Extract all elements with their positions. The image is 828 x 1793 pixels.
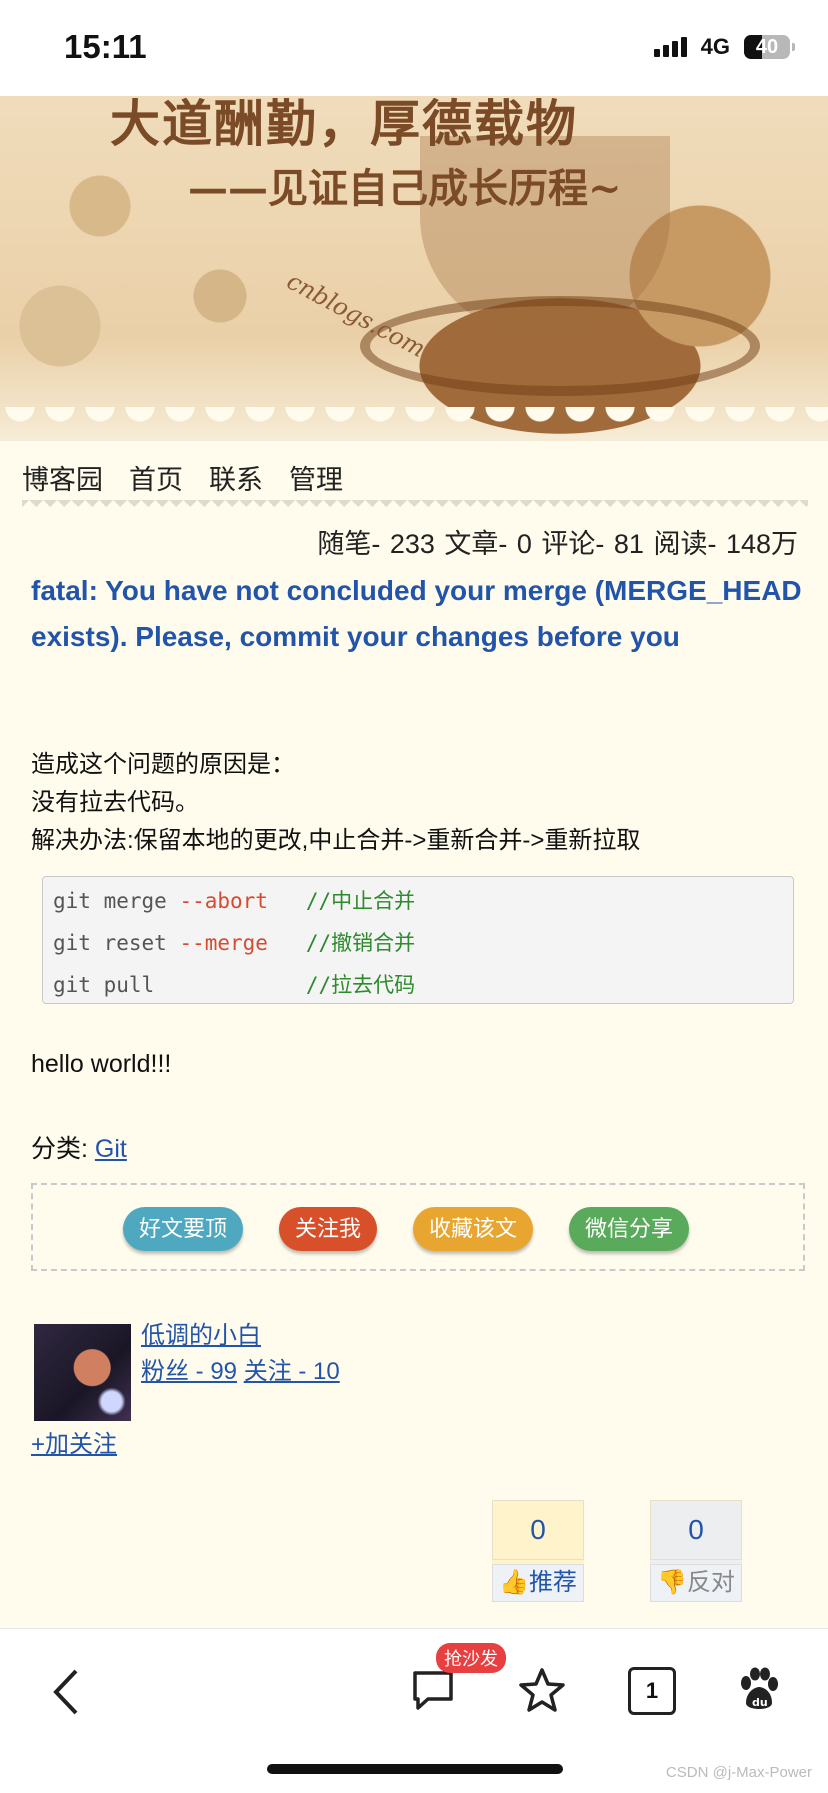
category-link[interactable]: Git	[95, 1135, 127, 1163]
following-link[interactable]: 关注 - 10	[244, 1358, 340, 1385]
banner-subtitle: ——见证自己成长历程~	[188, 165, 622, 212]
post-paragraph: 造成这个问题的原因是：	[31, 751, 295, 778]
code-line: git merge --abort //中止合并	[53, 889, 416, 913]
svg-text:du: du	[752, 1696, 768, 1709]
bury-count: 0	[650, 1500, 742, 1560]
post-paragraph: 没有拉去代码。	[31, 789, 199, 816]
back-icon[interactable]	[50, 1667, 84, 1722]
status-time: 15:11	[64, 28, 147, 65]
share-buttons: 好文要顶 关注我 收藏该文 微信分享	[31, 1183, 805, 1271]
nav-item-home[interactable]: 首页	[129, 458, 183, 497]
nav-item-contact[interactable]: 联系	[209, 458, 263, 497]
comment-icon[interactable]	[410, 1667, 456, 1718]
post-category: 分类: Git	[31, 1129, 127, 1165]
battery-icon: 40	[744, 35, 795, 59]
post-title[interactable]: fatal: You have not concluded your merge…	[31, 568, 807, 660]
watermark: CSDN @j-Max-Power	[665, 1764, 812, 1781]
code-line: git pull //拉去代码	[53, 973, 416, 997]
bury-vote[interactable]: 0 👎反对	[650, 1500, 742, 1602]
digg-vote[interactable]: 0 👍推荐	[492, 1500, 584, 1602]
divider	[22, 500, 808, 518]
wechat-share-button[interactable]: 微信分享	[569, 1207, 690, 1251]
comment-badge: 抢沙发	[436, 1643, 506, 1673]
nav-item-cnblogs[interactable]: 博客园	[22, 458, 103, 497]
blog-header-banner: 大道酬勤，厚德载物 ——见证自己成长历程~ cnblogs.com	[0, 96, 828, 441]
battery-percent: 40	[755, 36, 779, 58]
post-paragraph: 解决办法:保留本地的更改,中止合并->重新合并->重新拉取	[31, 827, 641, 854]
digg-article-button[interactable]: 好文要顶	[123, 1207, 244, 1251]
blog-stats: 随笔- 233 文章- 0 评论- 81 阅读- 148万	[317, 529, 798, 559]
signal-icon	[653, 37, 687, 57]
blog-nav: 博客园 首页 联系 管理	[22, 458, 343, 497]
thumbs-down-icon: 👎	[657, 1569, 687, 1596]
nav-item-admin[interactable]: 管理	[289, 458, 343, 497]
code-line: git reset --merge //撤销合并	[53, 931, 416, 955]
post-paragraph: hello world!!!	[31, 1050, 172, 1078]
add-follow-link[interactable]: +加关注	[31, 1431, 117, 1458]
status-bar: 15:11 4G 40	[0, 0, 828, 96]
home-indicator	[267, 1764, 563, 1774]
banner-motto: 大道酬勤，厚德载物	[110, 96, 578, 153]
bury-button[interactable]: 👎反对	[650, 1564, 742, 1602]
network-type: 4G	[700, 34, 730, 59]
digg-count: 0	[492, 1500, 584, 1560]
thumbs-up-icon: 👍	[499, 1569, 529, 1596]
digg-button[interactable]: 👍推荐	[492, 1564, 584, 1602]
follow-me-button[interactable]: 关注我	[279, 1207, 378, 1251]
author-info: 低调的小白 粉丝 - 99 关注 - 10	[141, 1318, 340, 1390]
code-block: git merge --abort //中止合并 git reset --mer…	[42, 876, 794, 1004]
star-icon[interactable]	[518, 1667, 566, 1718]
status-indicators: 4G 40	[653, 34, 795, 60]
category-label: 分类:	[31, 1135, 95, 1163]
bookmark-button[interactable]: 收藏该文	[413, 1207, 534, 1251]
author-name[interactable]: 低调的小白	[141, 1322, 261, 1349]
avatar[interactable]	[34, 1324, 131, 1421]
baidu-paw-icon[interactable]: du	[736, 1667, 780, 1718]
tabs-button[interactable]: 1	[628, 1667, 676, 1715]
fans-link[interactable]: 粉丝 - 99	[141, 1358, 237, 1385]
